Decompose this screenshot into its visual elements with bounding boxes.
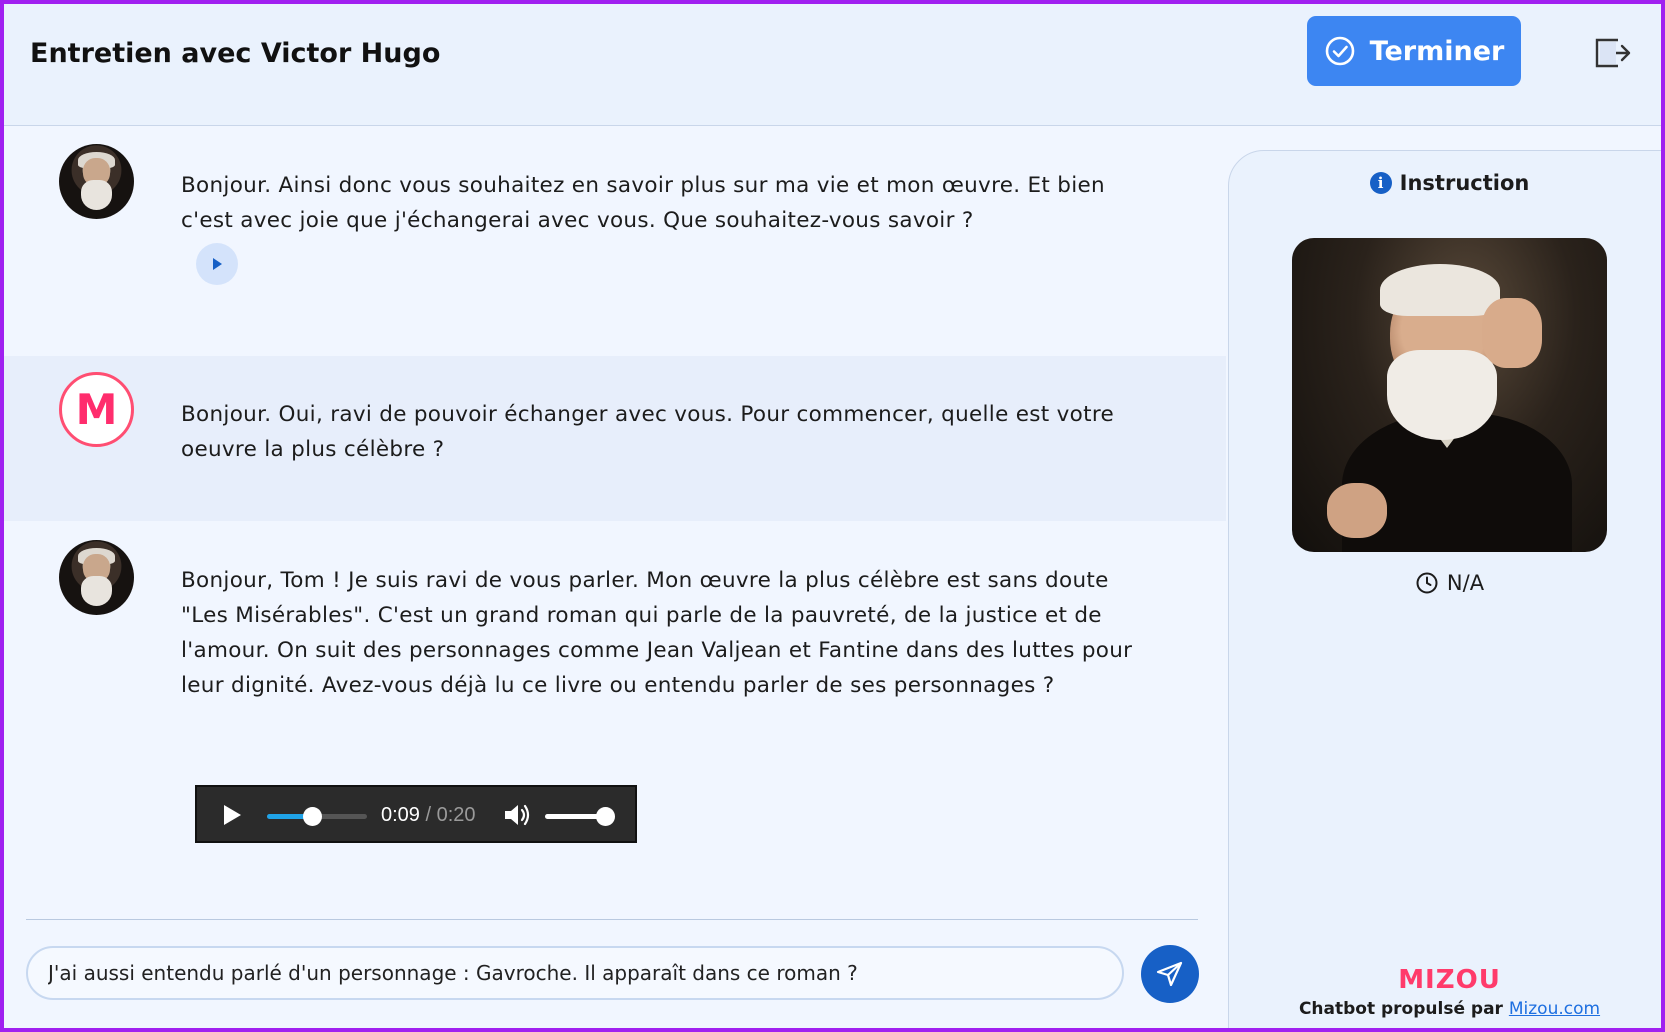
audio-progress-track[interactable] <box>267 807 367 826</box>
app-frame: Entretien avec Victor Hugo Terminer Bonj… <box>0 0 1665 1032</box>
audio-time: 0:09 / 0:20 <box>381 804 476 827</box>
volume-track[interactable] <box>545 807 615 826</box>
volume-icon[interactable] <box>503 802 531 828</box>
chat-message: Bonjour. Ainsi donc vous souhaitez en sa… <box>4 126 1226 336</box>
powered-by: Chatbot propulsé par Mizou.com <box>1229 999 1661 1019</box>
user-avatar-letter: M <box>75 385 118 434</box>
instruction-heading-label: Instruction <box>1399 171 1530 195</box>
audio-progress-knob[interactable] <box>303 807 322 826</box>
finish-button-label: Terminer <box>1369 35 1505 67</box>
volume-knob[interactable] <box>595 807 615 826</box>
play-audio-button[interactable] <box>196 243 238 285</box>
chat-message: M Bonjour. Oui, ravi de pouvoir échanger… <box>4 356 1226 521</box>
timer: N/A <box>1229 571 1661 595</box>
powered-by-text: Chatbot propulsé par <box>1298 999 1503 1019</box>
page-title: Entretien avec Victor Hugo <box>30 38 441 69</box>
chat-area: Bonjour. Ainsi donc vous souhaitez en sa… <box>4 126 1226 916</box>
header: Entretien avec Victor Hugo Terminer <box>4 4 1661 126</box>
audio-time-separator: / <box>419 804 437 826</box>
finish-button[interactable]: Terminer <box>1307 16 1521 86</box>
instruction-heading: i Instruction <box>1229 171 1661 195</box>
message-text: Bonjour. Ainsi donc vous souhaitez en sa… <box>181 173 1105 233</box>
user-avatar: M <box>59 372 134 447</box>
send-icon <box>1156 961 1183 987</box>
victor-hugo-avatar <box>59 144 134 219</box>
mizou-link[interactable]: Mizou.com <box>1509 999 1600 1019</box>
message-text: Bonjour, Tom ! Je suis ravi de vous parl… <box>181 568 1133 698</box>
chat-message: Bonjour, Tom ! Je suis ravi de vous parl… <box>4 521 1226 916</box>
audio-player: 0:09 / 0:20 <box>195 785 637 843</box>
instruction-panel: i Instruction N/A MIZOU Chatbot propulsé… <box>1228 150 1661 1028</box>
logout-icon[interactable] <box>1594 36 1632 70</box>
victor-hugo-portrait <box>1292 238 1607 552</box>
play-icon[interactable] <box>221 804 243 826</box>
send-button[interactable] <box>1141 945 1199 1003</box>
timer-value: N/A <box>1446 571 1485 595</box>
victor-hugo-avatar <box>59 540 134 615</box>
audio-current-time: 0:09 <box>381 804 420 826</box>
mizou-logo: MIZOU <box>1398 965 1501 995</box>
composer-divider <box>26 919 1198 920</box>
audio-duration: 0:20 <box>436 804 476 826</box>
message-input[interactable] <box>26 946 1124 1000</box>
check-circle-icon <box>1325 36 1354 66</box>
clock-icon <box>1416 572 1438 594</box>
play-icon <box>213 258 222 270</box>
info-icon: i <box>1369 172 1392 194</box>
message-text: Bonjour. Oui, ravi de pouvoir échanger a… <box>181 402 1115 462</box>
